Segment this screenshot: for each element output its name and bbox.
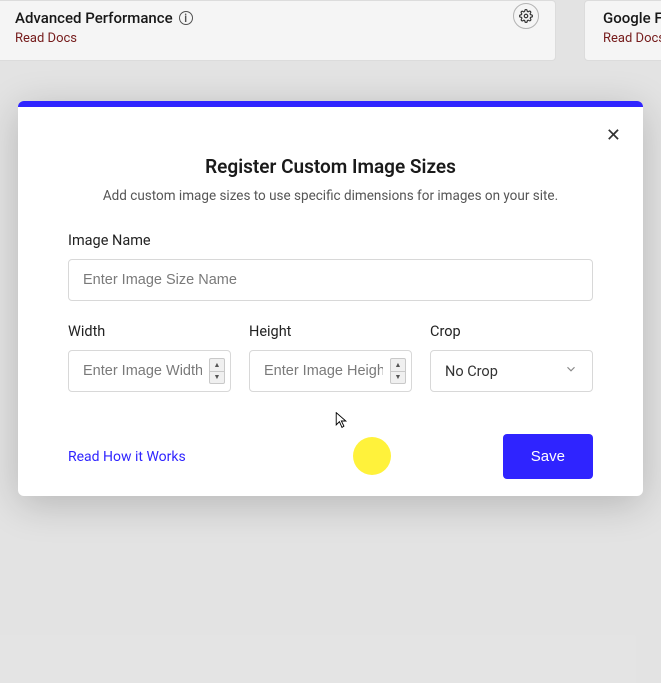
- width-input[interactable]: [68, 350, 231, 392]
- modal-overlay: ✕ Register Custom Image Sizes Add custom…: [0, 0, 661, 683]
- image-name-input[interactable]: [68, 259, 593, 301]
- height-label: Height: [249, 323, 412, 340]
- save-button[interactable]: Save: [503, 434, 593, 479]
- help-link[interactable]: Read How it Works: [68, 449, 186, 465]
- width-label: Width: [68, 323, 231, 340]
- close-icon[interactable]: ✕: [606, 127, 621, 145]
- crop-selected-value: No Crop: [445, 363, 498, 380]
- image-sizes-modal: ✕ Register Custom Image Sizes Add custom…: [18, 101, 643, 496]
- crop-select[interactable]: No Crop: [430, 350, 593, 392]
- crop-label: Crop: [430, 323, 593, 340]
- height-input[interactable]: [249, 350, 412, 392]
- height-stepper[interactable]: ▲▼: [390, 358, 406, 384]
- chevron-down-icon: [564, 362, 578, 380]
- width-stepper[interactable]: ▲▼: [209, 358, 225, 384]
- image-name-label: Image Name: [68, 232, 593, 249]
- modal-subtitle: Add custom image sizes to use specific d…: [68, 188, 593, 204]
- modal-title: Register Custom Image Sizes: [68, 155, 593, 178]
